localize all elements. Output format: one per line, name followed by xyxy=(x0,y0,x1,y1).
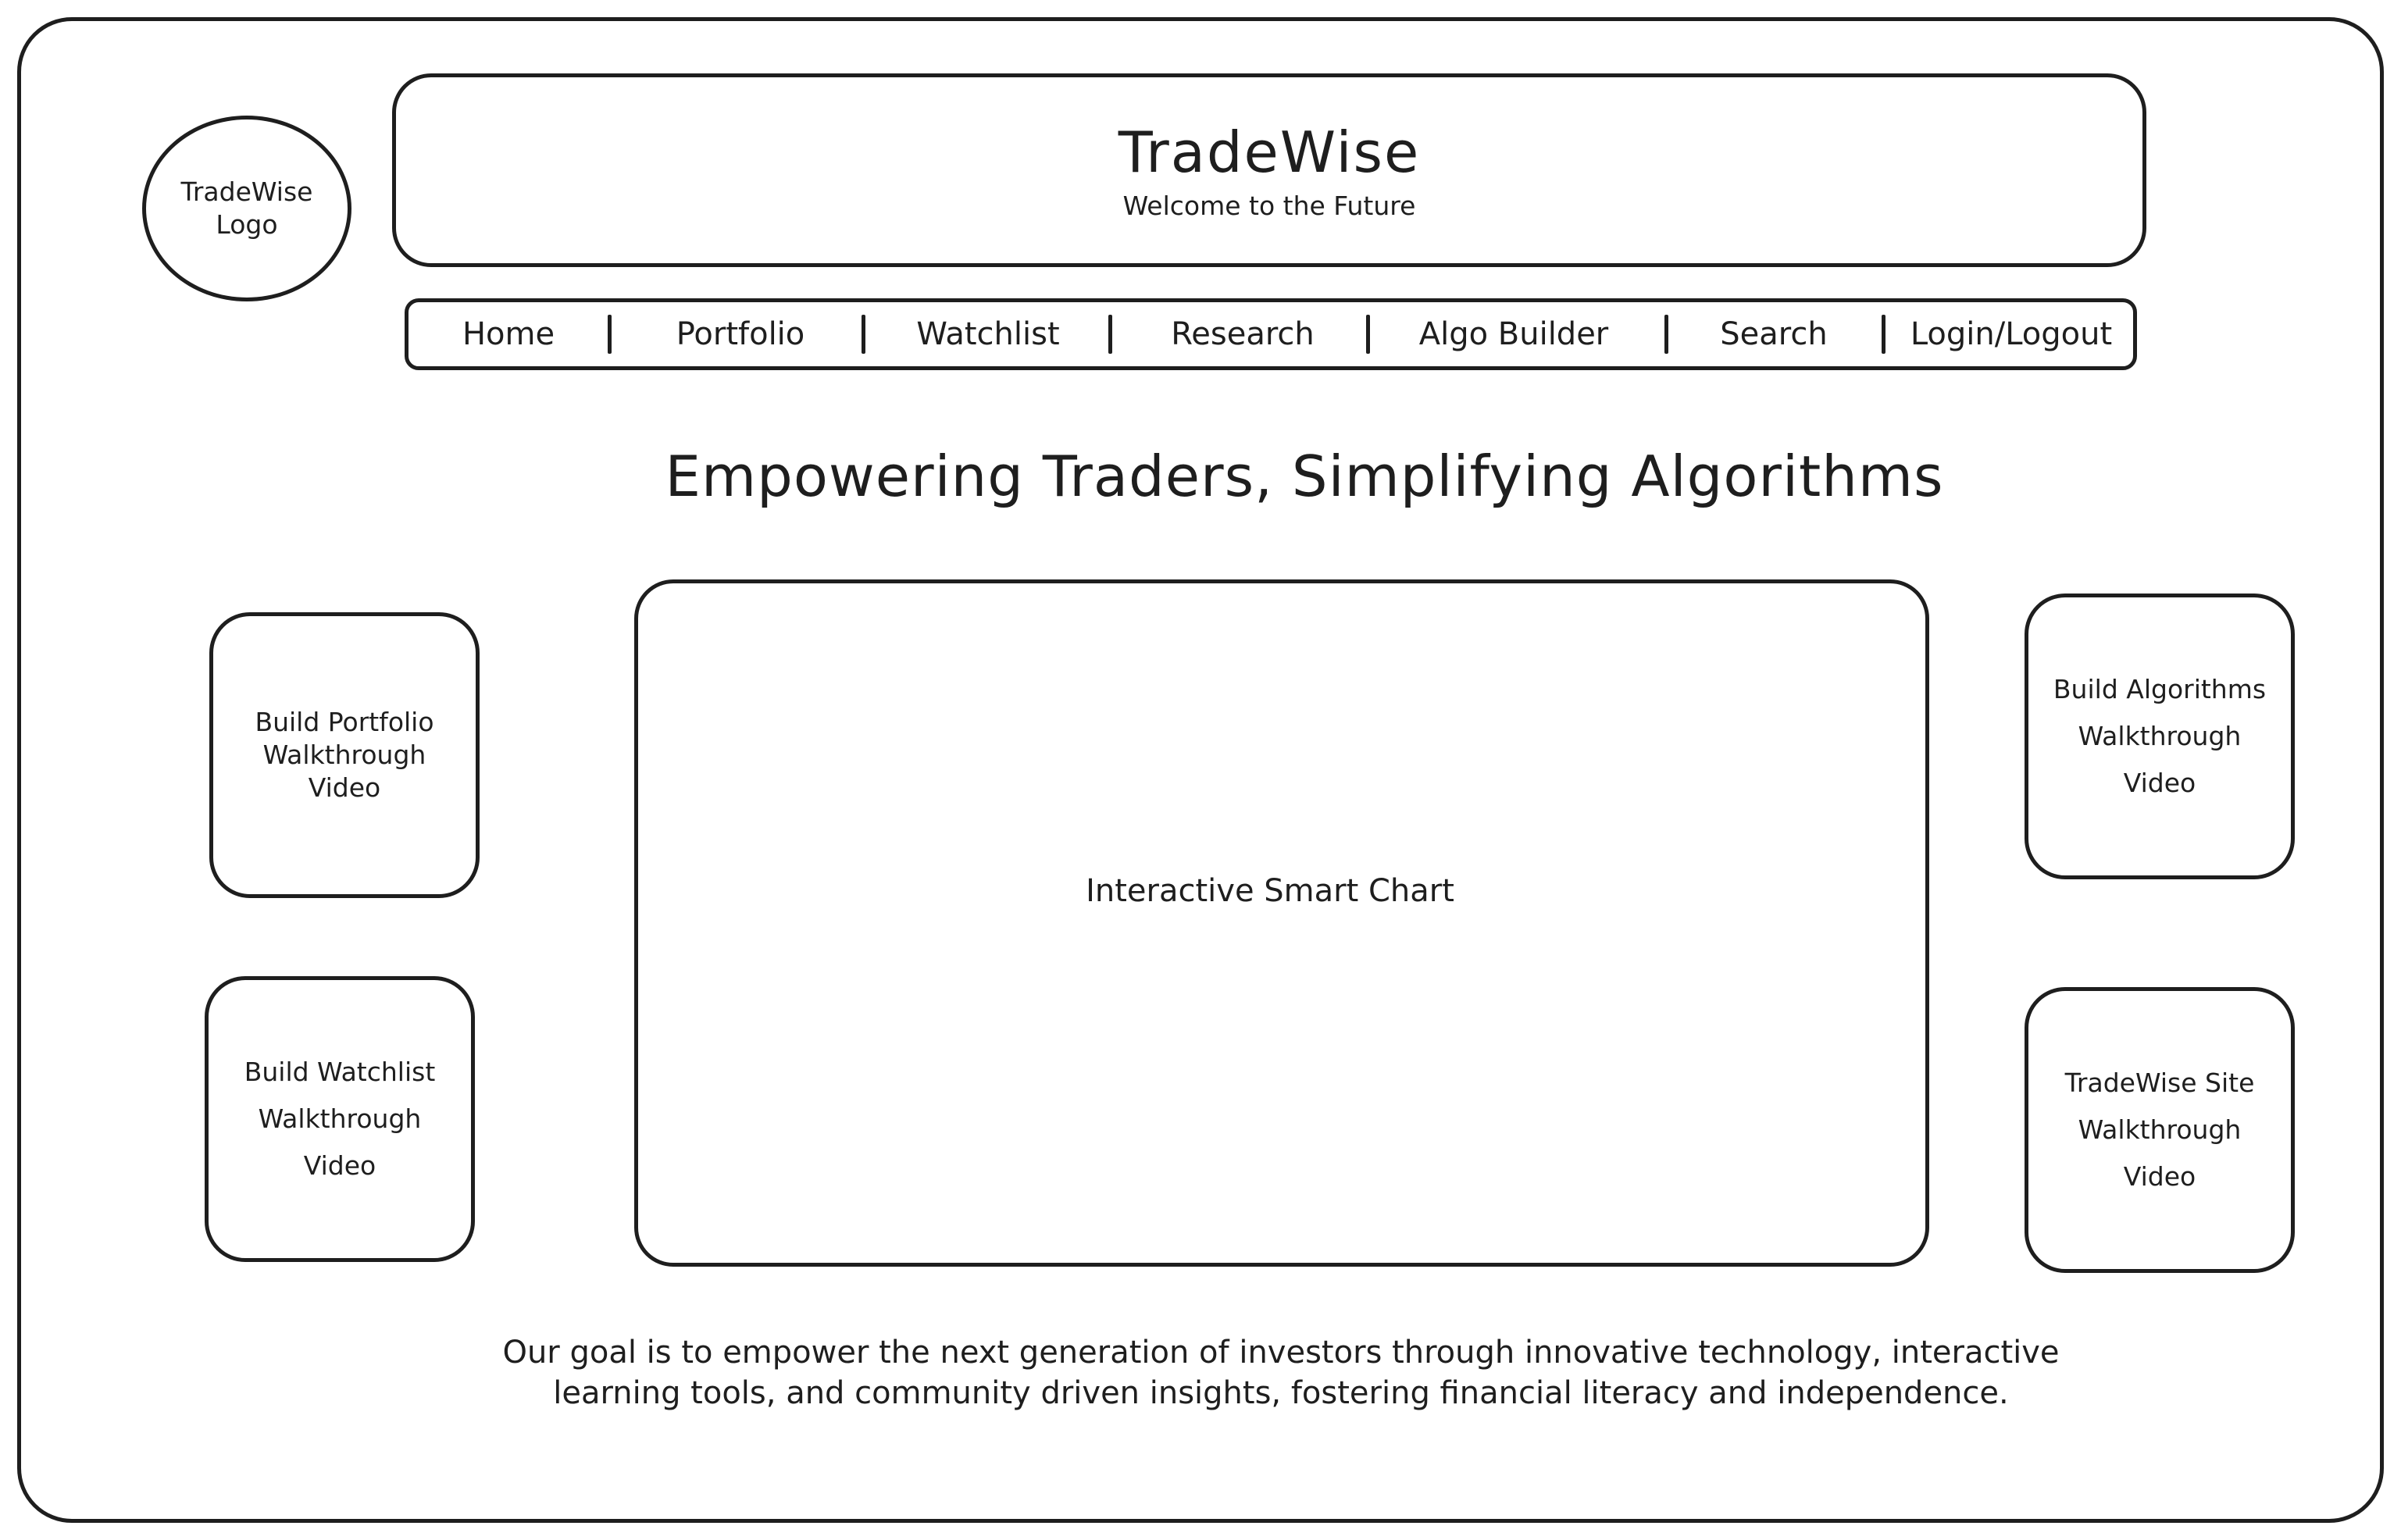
card-line: Walkthrough xyxy=(2078,1114,2242,1145)
tagline-heading: Empowering Traders, Simplifying Algorith… xyxy=(665,444,1944,509)
card-line: Video xyxy=(2123,768,2196,798)
nav-item-algo-builder[interactable]: Algo Builder xyxy=(1419,302,1609,366)
card-line: Walkthrough xyxy=(258,1103,422,1134)
site-subtitle: Welcome to the Future xyxy=(1122,190,1416,221)
portfolio-walkthrough-video[interactable]: Build Portfolio Walkthrough Video xyxy=(209,612,480,898)
nav-separator xyxy=(862,315,865,354)
card-line: Build Algorithms xyxy=(2053,674,2267,704)
nav-item-watchlist[interactable]: Watchlist xyxy=(916,302,1059,366)
site-walkthrough-video[interactable]: TradeWise Site Walkthrough Video xyxy=(2025,987,2295,1273)
mission-statement: Our goal is to empower the next generati… xyxy=(437,1332,2125,1413)
nav-bar: Home Portfolio Watchlist Research Algo B… xyxy=(405,298,2137,370)
card-line: Walkthrough xyxy=(262,740,426,770)
nav-item-login-logout[interactable]: Login/Logout xyxy=(1910,302,2112,366)
nav-separator xyxy=(1882,315,1885,354)
mission-line-2: learning tools, and community driven ins… xyxy=(553,1375,2009,1411)
nav-item-portfolio[interactable]: Portfolio xyxy=(676,302,805,366)
card-line: Build Portfolio xyxy=(255,707,434,737)
nav-separator xyxy=(608,315,612,354)
card-line: Video xyxy=(308,772,381,803)
card-line: Video xyxy=(2123,1161,2196,1192)
logo-text-line-1: TradeWise xyxy=(180,176,313,207)
nav-separator xyxy=(1366,315,1370,354)
card-line: Walkthrough xyxy=(2078,721,2242,751)
site-title: TradeWise xyxy=(1118,119,1421,185)
interactive-smart-chart[interactable]: Interactive Smart Chart xyxy=(634,579,1929,1267)
chart-placeholder-label: Interactive Smart Chart xyxy=(1086,873,1454,909)
algorithms-walkthrough-video[interactable]: Build Algorithms Walkthrough Video xyxy=(2025,594,2295,879)
mission-line-1: Our goal is to empower the next generati… xyxy=(502,1335,2060,1371)
nav-separator xyxy=(1108,315,1112,354)
header-banner: TradeWise Welcome to the Future xyxy=(392,73,2146,267)
card-line: Video xyxy=(303,1150,376,1181)
card-line: TradeWise Site xyxy=(2064,1068,2255,1098)
nav-item-research[interactable]: Research xyxy=(1171,302,1314,366)
watchlist-walkthrough-video[interactable]: Build Watchlist Walkthrough Video xyxy=(205,976,475,1262)
logo-text-line-2: Logo xyxy=(216,209,278,240)
card-line: Build Watchlist xyxy=(244,1057,436,1087)
logo[interactable]: TradeWise Logo xyxy=(142,116,351,301)
nav-separator xyxy=(1664,315,1668,354)
nav-item-home[interactable]: Home xyxy=(462,302,555,366)
nav-item-search[interactable]: Search xyxy=(1720,302,1827,366)
